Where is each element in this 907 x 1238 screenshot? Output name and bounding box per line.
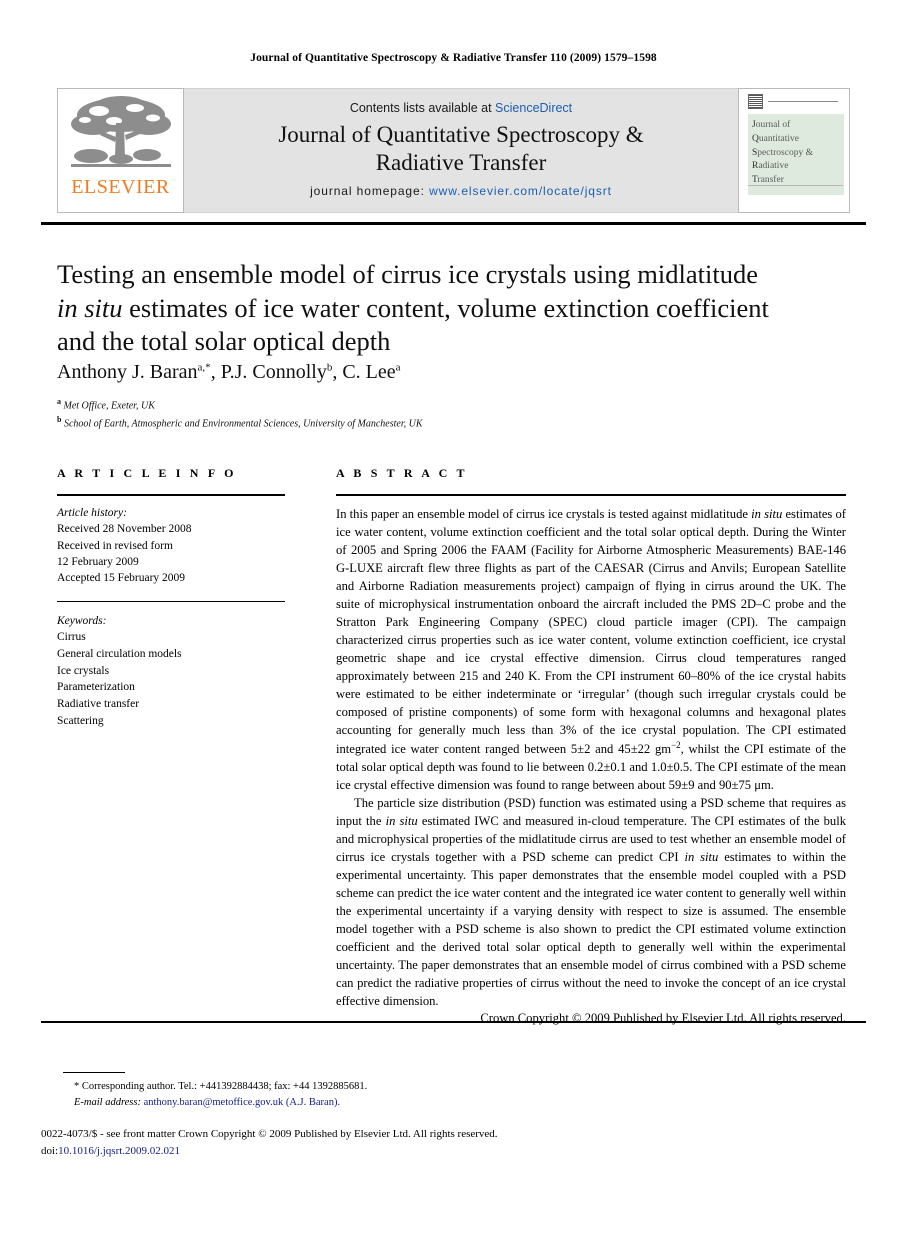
abstract-p1-part2: estimates of ice water content, volume e…: [336, 507, 846, 757]
author-1-affiliation-marker: a,*: [197, 361, 211, 374]
imprint-block: 0022-4073/$ - see front matter Crown Cop…: [41, 1126, 861, 1159]
article-info-heading: A R T I C L E I N F O: [57, 466, 237, 480]
issn-line: 0022-4073/$ - see front matter Crown Cop…: [41, 1128, 498, 1140]
cover-topbar: [748, 94, 844, 109]
title-line-2-italic: in situ: [57, 292, 123, 323]
author-list: Anthony J. Barana,*, P.J. Connollyb, C. …: [57, 361, 401, 384]
keyword-5: Scattering: [57, 714, 104, 727]
keyword-1: General circulation models: [57, 647, 182, 660]
author-1: Anthony J. Baran: [57, 361, 198, 383]
title-line-2-rest: estimates of ice water content, volume e…: [122, 292, 769, 323]
doi-link[interactable]: 10.1016/j.jqsrt.2009.02.021: [58, 1145, 180, 1157]
homepage-url-link[interactable]: www.elsevier.com/locate/jqsrt: [429, 184, 612, 198]
doi-label: doi:: [41, 1144, 59, 1157]
contents-prefix: Contents lists available at: [349, 100, 496, 115]
abstract-p2-part3: estimates to within the experimental unc…: [336, 850, 847, 1009]
abstract-p2-italic2: in situ: [684, 850, 719, 865]
homepage-label: journal homepage:: [310, 184, 430, 199]
abstract-p1-part1: In this paper an ensemble model of cirru…: [336, 507, 752, 521]
keywords-block: Keywords: Cirrus General circulation mod…: [57, 613, 285, 730]
email-note: E-mail address: anthony.baran@metoffice.…: [63, 1095, 483, 1111]
elsevier-wordmark: ELSEVIER: [71, 176, 170, 198]
cover-divider: [768, 101, 838, 102]
article-history-label: Article history:: [57, 507, 127, 519]
author-3: , C. Lee: [332, 361, 396, 383]
affiliation-a-marker: a: [57, 397, 61, 406]
journal-masthead: ELSEVIER Contents lists available at Sci…: [57, 88, 850, 213]
keyword-3: Parameterization: [57, 681, 135, 694]
abstract-body: In this paper an ensemble model of cirru…: [336, 505, 846, 1010]
abstract-heading: A B S T R A C T: [336, 466, 468, 480]
article-history-3: Accepted 15 February 2009: [57, 572, 186, 585]
contents-available-line: Contents lists available at ScienceDirec…: [350, 101, 572, 115]
article-info-divider: [57, 600, 285, 602]
masthead-bottom-rule: [41, 222, 866, 225]
keywords-label: Keywords:: [57, 614, 107, 627]
author-2: , P.J. Connolly: [210, 361, 327, 383]
elsevier-tree-icon: [70, 96, 171, 167]
affiliation-list: a Met Office, Exeter, UK b School of Ear…: [57, 396, 423, 432]
journal-homepage-line: journal homepage: www.elsevier.com/locat…: [310, 184, 612, 198]
page-title: Testing an ensemble model of cirrus ice …: [57, 258, 857, 359]
abstract-p1-superscript: −2: [671, 740, 681, 750]
affiliation-b: School of Earth, Atmospheric and Environ…: [63, 418, 423, 430]
cover-cap-1: Q: [752, 133, 759, 144]
cover-mini-icon: [748, 94, 763, 109]
article-info-heading-rule: [57, 494, 285, 496]
keyword-0: Cirrus: [57, 631, 86, 644]
abstract-paragraph-1: In this paper an ensemble model of cirru…: [336, 505, 846, 794]
cover-line-4: ransfer: [757, 175, 784, 186]
author-3-affiliation-marker: a: [395, 361, 401, 374]
journal-title-line-1: Journal of Quantitative Spectroscopy &: [278, 121, 644, 147]
sciencedirect-link[interactable]: ScienceDirect: [495, 101, 572, 115]
cover-line-1: uantitative: [758, 133, 799, 144]
abstract-copyright: Crown Copyright © 2009 Published by Else…: [480, 1011, 846, 1026]
footnote-block: * Corresponding author. Tel.: +441392884…: [63, 1079, 483, 1111]
abstract-p2-italic1: in situ: [385, 814, 418, 829]
article-history-2: 12 February 2009: [57, 555, 139, 568]
running-head: Journal of Quantitative Spectroscopy & R…: [250, 52, 657, 64]
journal-title: Journal of Quantitative Spectroscopy & R…: [278, 121, 643, 176]
footnote-rule: [63, 1072, 125, 1073]
cover-line-3: adiative: [758, 161, 789, 172]
elsevier-logo-box: ELSEVIER: [57, 88, 184, 213]
title-line-1: Testing an ensemble model of cirrus ice …: [57, 259, 758, 289]
abstract-heading-rule: [336, 494, 846, 496]
masthead-center: Contents lists available at ScienceDirec…: [184, 88, 738, 213]
paper-page: Journal of Quantitative Spectroscopy & R…: [0, 0, 907, 1238]
affiliation-a: Met Office, Exeter, UK: [63, 400, 155, 412]
cover-bottom-divider: [748, 185, 843, 186]
journal-title-line-2: Radiative Transfer: [375, 149, 547, 175]
article-info-column: A R T I C L E I N F O Article history: R…: [57, 466, 285, 729]
abstract-bottom-rule: [41, 1021, 866, 1023]
article-history-0: Received 28 November 2008: [57, 523, 192, 536]
title-line-3: and the total solar optical depth: [57, 326, 391, 357]
cover-title-block: Journal of Quantitative Spectroscopy & R…: [748, 114, 844, 195]
email-label: E-mail address:: [74, 1096, 141, 1108]
keyword-4: Radiative transfer: [57, 698, 140, 710]
email-link[interactable]: anthony.baran@metoffice.gov.uk (A.J. Bar…: [141, 1097, 340, 1108]
article-history-1: Received in revised form: [57, 539, 173, 552]
cover-line-0: ournal of: [755, 120, 791, 130]
abstract-column: A B S T R A C T In this paper an ensembl…: [336, 466, 846, 1026]
abstract-paragraph-2: The particle size distribution (PSD) fun…: [336, 794, 846, 1010]
corresponding-author-note: * Corresponding author. Tel.: +441392884…: [74, 1081, 368, 1092]
cover-line-2: pectroscopy &: [757, 147, 813, 158]
article-history: Article history: Received 28 November 20…: [57, 505, 285, 587]
journal-cover-thumbnail: Journal of Quantitative Spectroscopy & R…: [738, 88, 850, 213]
keyword-2: Ice crystals: [57, 664, 110, 677]
affiliation-b-marker: b: [57, 414, 62, 424]
abstract-p1-italic1: in situ: [751, 507, 783, 521]
